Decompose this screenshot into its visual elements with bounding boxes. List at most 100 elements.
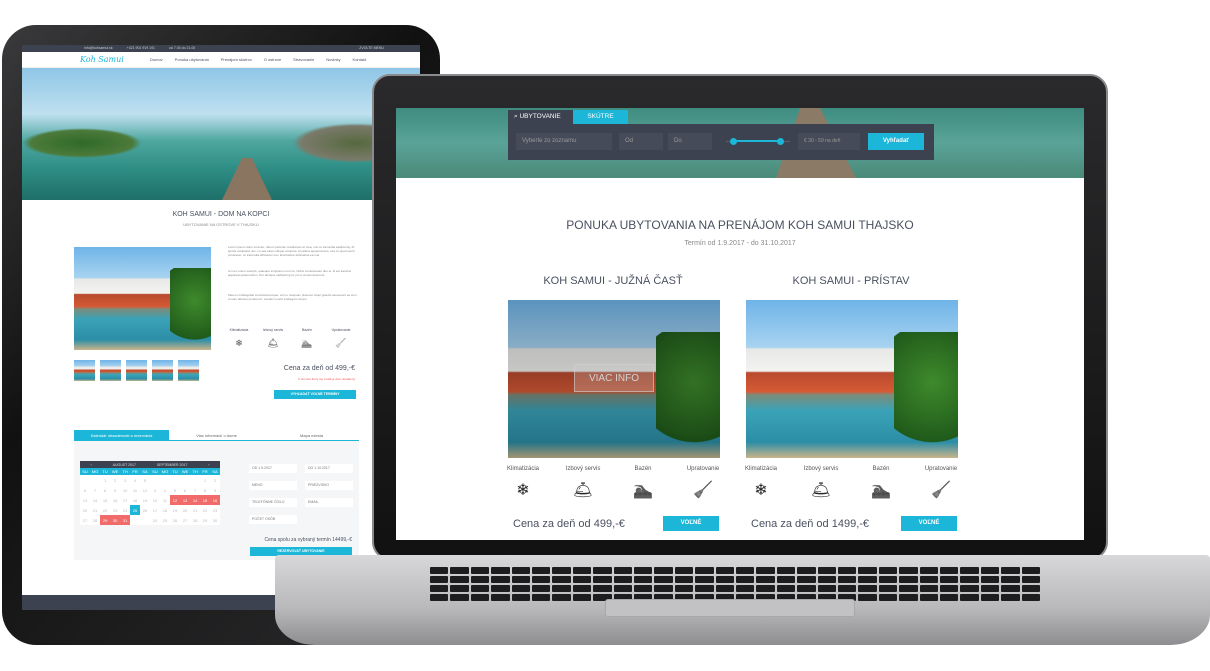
name-input[interactable]: MENO bbox=[249, 481, 297, 490]
calendar-day[interactable]: 1 bbox=[100, 475, 110, 485]
calendar-day[interactable]: 22 bbox=[100, 505, 110, 515]
calendar-day[interactable]: 26 bbox=[170, 515, 180, 525]
calendar-day[interactable]: 23 bbox=[210, 505, 220, 515]
slider-max-handle[interactable] bbox=[777, 138, 784, 145]
calendar-day[interactable]: 28 bbox=[90, 515, 100, 525]
calendar-day[interactable]: 7 bbox=[190, 485, 200, 495]
calendar-day[interactable]: 4 bbox=[160, 485, 170, 495]
calendar-day[interactable]: 10 bbox=[150, 495, 160, 505]
next-month-button[interactable]: › bbox=[208, 463, 209, 467]
calendar-day[interactable]: 30 bbox=[110, 515, 121, 525]
find-dates-button[interactable]: VYHĽADAŤ VOĽNÉ TERMÍNY bbox=[274, 390, 356, 399]
thumbnail[interactable] bbox=[74, 360, 95, 381]
tab-accommodation[interactable]: ⌕ UBYTOVANIE bbox=[508, 110, 573, 124]
prev-month-button[interactable]: ‹ bbox=[91, 463, 92, 467]
location-select[interactable]: Vyberte zo zoznamu bbox=[516, 133, 612, 150]
from-input[interactable]: OD 1.9.2017 bbox=[249, 464, 297, 473]
calendar-day[interactable]: 21 bbox=[90, 505, 100, 515]
tab[interactable]: Viac informácií o dome bbox=[169, 430, 264, 440]
calendar-day[interactable]: 10 bbox=[120, 485, 130, 495]
calendar-day[interactable]: 20 bbox=[80, 505, 90, 515]
search-button[interactable]: Vyhľadať bbox=[868, 133, 924, 150]
nav-item[interactable]: Kontakt bbox=[353, 57, 367, 62]
calendar-day[interactable]: 27 bbox=[80, 515, 90, 525]
calendar-day[interactable]: 20 bbox=[180, 505, 190, 515]
calendar-day[interactable]: 14 bbox=[90, 495, 100, 505]
calendar-day[interactable]: 18 bbox=[160, 505, 170, 515]
calendar-day[interactable]: 6 bbox=[180, 485, 190, 495]
to-input[interactable]: DO 1.10.2017 bbox=[305, 464, 353, 473]
calendar-day[interactable]: 21 bbox=[190, 505, 200, 515]
calendar-day[interactable]: 12 bbox=[170, 495, 180, 505]
calendar-day[interactable]: 3 bbox=[150, 485, 160, 495]
calendar-day[interactable]: 5 bbox=[170, 485, 180, 495]
calendar-day[interactable]: 9 bbox=[110, 485, 120, 495]
calendar-day[interactable]: 17 bbox=[120, 495, 130, 505]
calendar-day[interactable]: 17 bbox=[150, 505, 160, 515]
calendar-day[interactable]: 23 bbox=[110, 505, 120, 515]
calendar-day[interactable]: 16 bbox=[209, 495, 220, 505]
calendar-day[interactable]: 3 bbox=[120, 475, 130, 485]
calendar-day[interactable]: 15 bbox=[200, 495, 210, 505]
nav-item[interactable]: Novinky bbox=[326, 57, 340, 62]
house-main-photo[interactable] bbox=[74, 247, 211, 350]
trackpad[interactable] bbox=[605, 599, 855, 617]
surname-input[interactable]: PRIEZVISKO bbox=[305, 481, 353, 490]
logo[interactable]: Koh Samui bbox=[80, 55, 140, 64]
card-photo[interactable] bbox=[746, 300, 958, 458]
nav-item[interactable]: Stravovanie bbox=[293, 57, 314, 62]
thumbnail[interactable] bbox=[100, 360, 121, 381]
calendar-day[interactable]: 18 bbox=[130, 495, 140, 505]
calendar-day[interactable]: 2 bbox=[110, 475, 120, 485]
calendar-day[interactable]: 1 bbox=[200, 475, 210, 485]
calendar-day[interactable]: 6 bbox=[80, 485, 90, 495]
slider-min-handle[interactable] bbox=[730, 138, 737, 145]
from-date-input[interactable]: Od bbox=[619, 133, 663, 150]
calendar-day[interactable]: 29 bbox=[100, 515, 111, 525]
thumbnail[interactable] bbox=[152, 360, 173, 381]
calendar-day[interactable]: 25 bbox=[130, 505, 141, 515]
card-photo[interactable]: VIAC INFO bbox=[508, 300, 720, 458]
tab[interactable]: Kalendár obsadenosti a rezervácia bbox=[74, 430, 169, 440]
available-button[interactable]: VOĽNÉ bbox=[901, 516, 957, 531]
calendar-day[interactable]: 19 bbox=[140, 495, 150, 505]
calendar-day[interactable]: 26 bbox=[140, 505, 150, 515]
calendar-day[interactable]: 22 bbox=[200, 505, 210, 515]
calendar-day[interactable]: 24 bbox=[150, 515, 160, 525]
calendar-day[interactable]: 8 bbox=[100, 485, 110, 495]
nav-item[interactable]: Domov bbox=[150, 57, 163, 62]
calendar-day[interactable]: 12 bbox=[140, 485, 150, 495]
calendar-day[interactable]: 11 bbox=[160, 495, 170, 505]
calendar-day[interactable]: 27 bbox=[180, 515, 190, 525]
to-date-input[interactable]: Do bbox=[668, 133, 712, 150]
tab-scooters[interactable]: SKÚTRE bbox=[573, 110, 628, 124]
card-title[interactable]: KOH SAMUI - JUŽNÁ ČASŤ bbox=[498, 275, 728, 287]
calendar-day[interactable]: 14 bbox=[190, 495, 201, 505]
thumbnail[interactable] bbox=[126, 360, 147, 381]
calendar-day[interactable]: 19 bbox=[170, 505, 180, 515]
calendar-day[interactable]: 16 bbox=[110, 495, 120, 505]
calendar-day[interactable]: 8 bbox=[200, 485, 210, 495]
email-input[interactable]: EMAIL bbox=[305, 498, 353, 507]
thumbnail[interactable] bbox=[178, 360, 199, 381]
card-title[interactable]: KOH SAMUI - PRÍSTAV bbox=[736, 275, 966, 287]
calendar-day[interactable]: 2 bbox=[210, 475, 220, 485]
calendar-day[interactable]: 29 bbox=[200, 515, 210, 525]
calendar-day[interactable]: 11 bbox=[130, 485, 140, 495]
calendar-day[interactable]: 24 bbox=[120, 505, 130, 515]
calendar-day[interactable]: 9 bbox=[210, 485, 220, 495]
persons-input[interactable]: POČET OSÔB bbox=[249, 515, 297, 524]
nav-item[interactable]: Ponuka ubytovania bbox=[175, 57, 209, 62]
nav-item[interactable]: O ostrove bbox=[264, 57, 281, 62]
calendar-day[interactable]: 25 bbox=[160, 515, 170, 525]
calendar-day[interactable]: 13 bbox=[179, 495, 191, 505]
calendar-day[interactable]: 15 bbox=[100, 495, 110, 505]
calendar-day[interactable]: 30 bbox=[210, 515, 220, 525]
tab[interactable]: Mapa miesta bbox=[264, 430, 359, 440]
calendar-day[interactable]: 13 bbox=[80, 495, 90, 505]
available-button[interactable]: VOĽNÉ bbox=[663, 516, 719, 531]
calendar-day[interactable]: 5 bbox=[140, 475, 150, 485]
calendar-day[interactable]: 7 bbox=[90, 485, 100, 495]
calendar-day[interactable]: 4 bbox=[130, 475, 140, 485]
nav-item[interactable]: Prenájom skútrov bbox=[221, 57, 252, 62]
